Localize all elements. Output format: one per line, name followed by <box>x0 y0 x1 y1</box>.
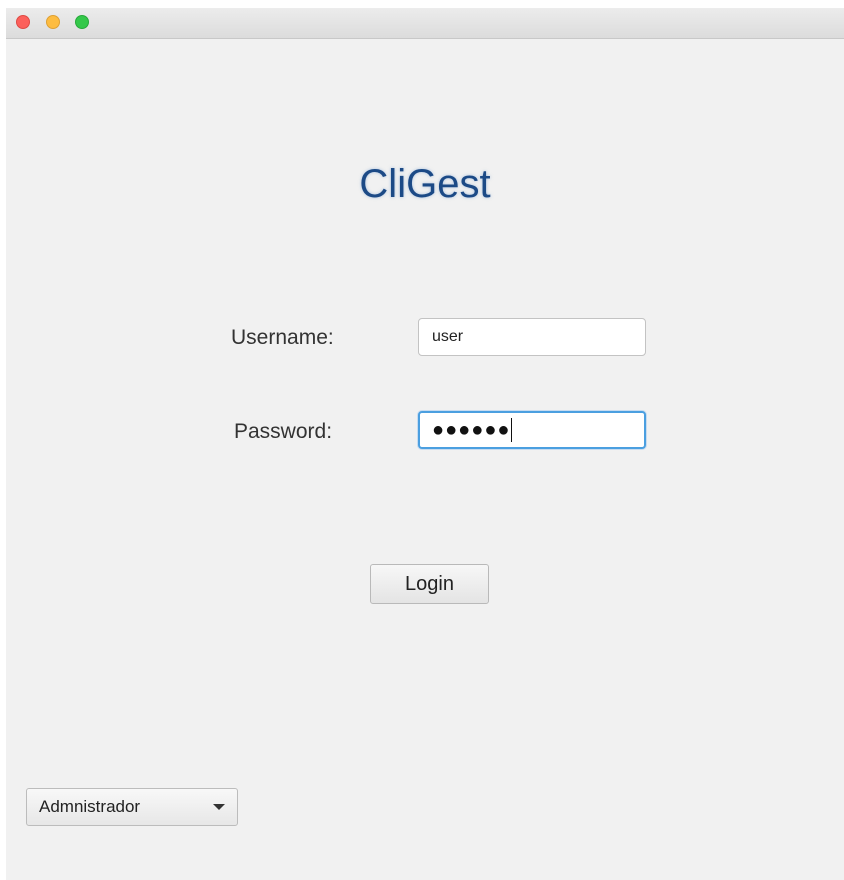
role-select-value: Admnistrador <box>39 797 141 816</box>
text-caret <box>511 418 513 442</box>
app-title: CliGest <box>359 162 491 206</box>
close-window-button[interactable] <box>16 15 30 29</box>
username-value: user <box>432 328 464 345</box>
login-button[interactable]: Login <box>370 564 489 604</box>
password-label: Password: <box>234 420 333 443</box>
username-label: Username: <box>231 326 334 349</box>
zoom-window-button[interactable] <box>75 15 89 29</box>
password-input[interactable]: ●●●●●● <box>418 411 646 449</box>
username-input[interactable]: user <box>418 318 646 356</box>
login-window: CliGest Username: user Password: ●●●●●● … <box>6 8 844 880</box>
window-titlebar[interactable] <box>6 8 844 39</box>
role-select[interactable]: Admnistrador <box>26 788 238 826</box>
password-mask: ●●●●●● <box>432 419 511 441</box>
minimize-window-button[interactable] <box>46 15 60 29</box>
chevron-down-icon <box>213 804 225 810</box>
